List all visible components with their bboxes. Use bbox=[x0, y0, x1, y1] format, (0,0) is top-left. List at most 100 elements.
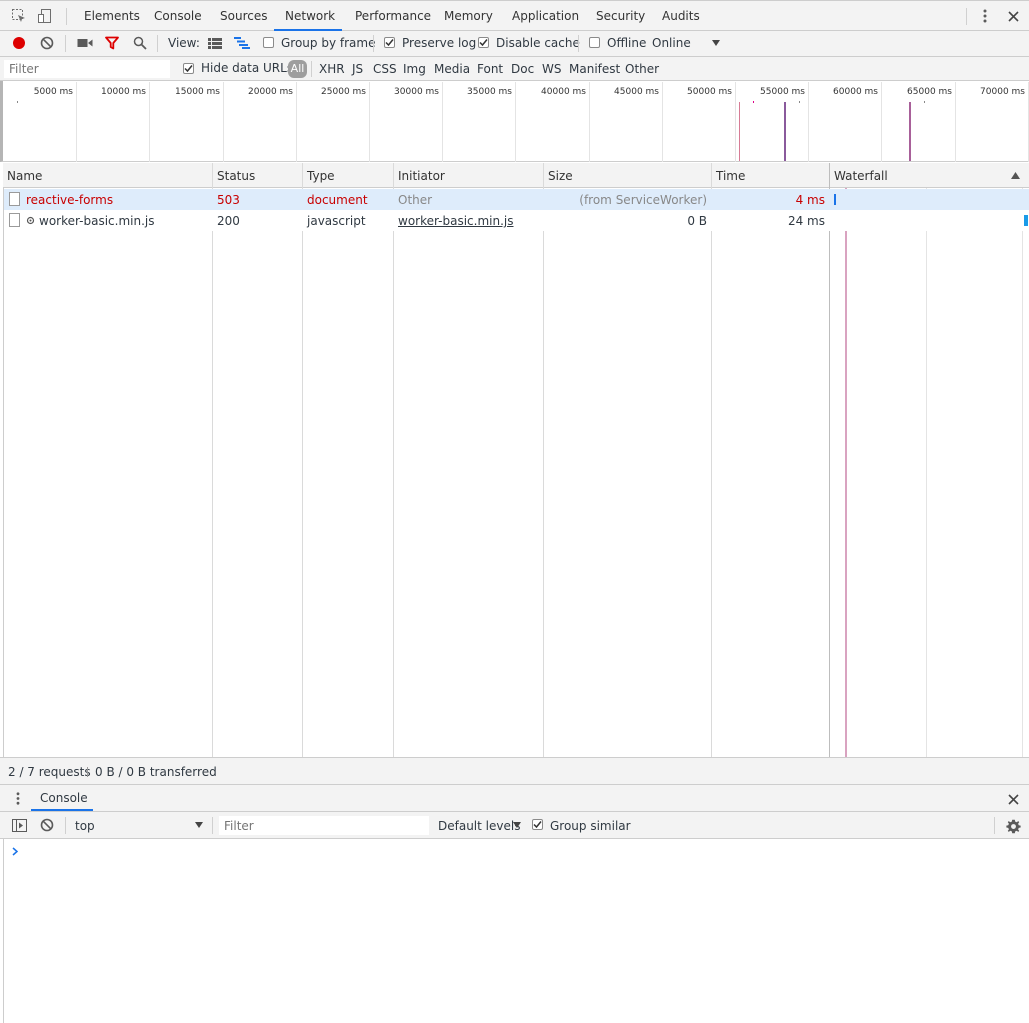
type-filter-ws[interactable]: WS bbox=[542, 62, 561, 76]
tab-performance[interactable]: Performance bbox=[355, 9, 431, 23]
column-divider[interactable] bbox=[393, 163, 394, 757]
tab-console[interactable]: Console bbox=[154, 9, 202, 23]
clear-console-icon[interactable] bbox=[39, 817, 55, 833]
offline-label: Offline bbox=[607, 36, 647, 50]
hide-data-urls-checkbox[interactable] bbox=[183, 63, 194, 74]
type-filter-other[interactable]: Other bbox=[625, 62, 659, 76]
column-divider[interactable] bbox=[711, 163, 712, 757]
tab-security[interactable]: Security bbox=[596, 9, 645, 23]
tab-memory[interactable]: Memory bbox=[444, 9, 493, 23]
type-filter-doc[interactable]: Doc bbox=[511, 62, 534, 76]
column-header-size[interactable]: Size bbox=[548, 169, 573, 183]
overview-tick-label: 25000 ms bbox=[321, 87, 366, 97]
search-icon[interactable] bbox=[131, 35, 148, 51]
toolbar-divider bbox=[578, 35, 579, 52]
request-status: 503 bbox=[217, 193, 240, 207]
tab-audits[interactable]: Audits bbox=[662, 9, 700, 23]
filter-icon[interactable] bbox=[103, 35, 120, 51]
throttling-dropdown-icon[interactable] bbox=[709, 36, 723, 50]
overview-dot bbox=[17, 101, 18, 103]
column-header-name[interactable]: Name bbox=[7, 169, 42, 183]
console-prompt-chevron-icon bbox=[10, 845, 20, 857]
overview-tick-label: 35000 ms bbox=[467, 87, 512, 97]
request-name[interactable]: worker-basic.min.js bbox=[39, 214, 155, 228]
type-filter-css[interactable]: CSS bbox=[373, 62, 397, 76]
console-settings-gear-icon[interactable] bbox=[1004, 817, 1022, 835]
overview-marker bbox=[784, 102, 786, 161]
table-row[interactable] bbox=[4, 189, 1029, 210]
type-filter-xhr[interactable]: XHR bbox=[319, 62, 345, 76]
log-levels-dropdown-icon[interactable] bbox=[511, 819, 523, 831]
tabbar-right-divider bbox=[966, 8, 967, 25]
column-header-initiator[interactable]: Initiator bbox=[398, 169, 445, 183]
overview-marker bbox=[909, 102, 911, 161]
device-toolbar-icon[interactable] bbox=[36, 7, 54, 25]
large-rows-icon[interactable] bbox=[206, 35, 224, 51]
overview-tick-label: 50000 ms bbox=[687, 87, 732, 97]
sort-ascending-icon[interactable] bbox=[1008, 168, 1022, 182]
hide-data-urls-label: Hide data URLs bbox=[201, 61, 294, 75]
column-divider[interactable] bbox=[302, 163, 303, 757]
toolbar-divider bbox=[157, 35, 158, 52]
console-filter-input[interactable] bbox=[219, 816, 429, 835]
view-label: View: bbox=[168, 36, 200, 50]
disable-cache-checkbox[interactable] bbox=[478, 37, 489, 48]
capture-screenshots-icon[interactable] bbox=[76, 35, 94, 51]
column-header-type[interactable]: Type bbox=[307, 169, 335, 183]
close-drawer-icon[interactable] bbox=[1004, 790, 1022, 808]
console-output[interactable] bbox=[3, 839, 1029, 1023]
waterfall-load-line bbox=[845, 188, 847, 757]
tab-network[interactable]: Network bbox=[285, 9, 335, 23]
type-filter-img[interactable]: Img bbox=[403, 62, 426, 76]
type-filter-manifest[interactable]: Manifest bbox=[569, 62, 620, 76]
overview-tick-label: 55000 ms bbox=[760, 87, 805, 97]
group-similar-label: Group similar bbox=[550, 819, 631, 833]
request-initiator-link[interactable]: worker-basic.min.js bbox=[398, 214, 514, 228]
context-dropdown-icon[interactable] bbox=[193, 819, 205, 831]
log-levels-select[interactable]: Default levels bbox=[438, 819, 520, 833]
type-filter-font[interactable]: Font bbox=[477, 62, 503, 76]
throttling-select[interactable]: Online bbox=[652, 36, 691, 50]
filter-divider bbox=[311, 61, 312, 77]
service-worker-gear-icon bbox=[25, 214, 36, 226]
column-header-waterfall[interactable]: Waterfall bbox=[834, 169, 888, 183]
disable-cache-label: Disable cache bbox=[496, 36, 580, 50]
type-filter-js[interactable]: JS bbox=[352, 62, 363, 76]
column-header-status[interactable]: Status bbox=[217, 169, 255, 183]
toolbar-divider bbox=[65, 35, 66, 52]
preserve-log-checkbox[interactable] bbox=[384, 37, 395, 48]
column-divider[interactable] bbox=[829, 163, 830, 757]
transferred-size: 0 B / 0 B transferred bbox=[95, 765, 217, 779]
group-by-frame-checkbox[interactable] bbox=[263, 37, 274, 48]
filter-input[interactable] bbox=[4, 60, 170, 78]
drawer-menu-icon[interactable] bbox=[12, 790, 24, 806]
tab-application[interactable]: Application bbox=[512, 9, 579, 23]
column-divider[interactable] bbox=[543, 163, 544, 757]
inspect-element-icon[interactable] bbox=[10, 7, 28, 25]
overview-dot bbox=[924, 101, 925, 103]
type-filter-media[interactable]: Media bbox=[434, 62, 470, 76]
more-options-icon[interactable] bbox=[977, 7, 993, 25]
drawer-tab-console[interactable]: Console bbox=[40, 791, 88, 805]
type-filter-all[interactable]: All bbox=[288, 60, 307, 78]
overview-tick-label: 65000 ms bbox=[907, 87, 952, 97]
show-overview-icon[interactable] bbox=[233, 35, 251, 51]
context-selector[interactable]: top bbox=[75, 819, 95, 833]
tab-elements[interactable]: Elements bbox=[84, 9, 140, 23]
table-row[interactable] bbox=[4, 210, 1029, 231]
waterfall-bar bbox=[1024, 215, 1028, 226]
console-toolbar-divider bbox=[212, 817, 213, 834]
request-time: 4 ms bbox=[795, 193, 825, 207]
column-divider[interactable] bbox=[212, 163, 213, 757]
record-button[interactable] bbox=[11, 35, 27, 51]
request-type: javascript bbox=[307, 214, 366, 228]
clear-button[interactable] bbox=[39, 35, 55, 51]
close-devtools-icon[interactable] bbox=[1004, 7, 1022, 25]
request-name[interactable]: reactive-forms bbox=[26, 193, 113, 207]
group-similar-checkbox[interactable] bbox=[532, 819, 543, 830]
offline-checkbox[interactable] bbox=[589, 37, 600, 48]
tab-sources[interactable]: Sources bbox=[220, 9, 267, 23]
column-header-time[interactable]: Time bbox=[716, 169, 745, 183]
show-sidebar-icon[interactable] bbox=[10, 817, 28, 833]
drawer-tabbar: Console bbox=[0, 785, 1029, 812]
